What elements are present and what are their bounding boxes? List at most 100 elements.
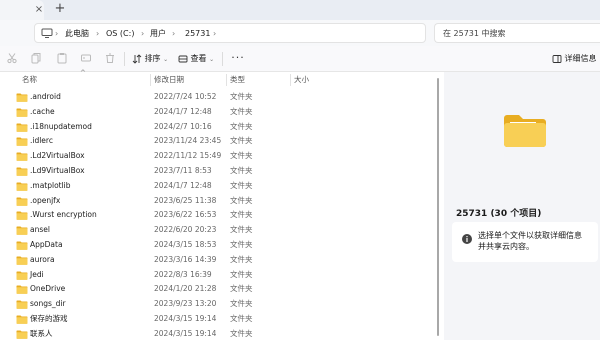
breadcrumb-separator: › [213, 29, 217, 38]
details-pane-button[interactable]: 详细信息 [552, 46, 597, 72]
tab-close-icon[interactable]: × [34, 4, 44, 16]
file-type: 文件夹 [230, 121, 253, 131]
file-row[interactable]: songs_dir 2023/9/23 13:20 文件夹 [0, 297, 436, 312]
chevron-down-icon: ⌄ [163, 56, 169, 63]
file-row[interactable]: ansel 2022/6/20 20:23 文件夹 [0, 223, 436, 238]
cut-icon[interactable] [6, 52, 20, 66]
folder-icon [16, 315, 28, 324]
file-row[interactable]: .i18nupdatemod 2024/2/7 10:16 文件夹 [0, 120, 436, 135]
column-header-size[interactable]: 大小 [294, 72, 309, 88]
file-modified: 2024/3/15 19:14 [154, 313, 217, 323]
folder-icon [16, 271, 28, 280]
file-type: 文件夹 [230, 165, 253, 175]
breadcrumb-separator: › [55, 29, 59, 38]
command-bar: 排序 ⌄ 查看 ⌄ ··· 详细信息 [0, 46, 600, 72]
folder-icon [16, 256, 28, 265]
file-name: .openjfx [30, 195, 61, 205]
file-modified: 2024/3/15 19:14 [154, 328, 217, 338]
file-type: 文件夹 [230, 299, 253, 309]
sort-icon [132, 53, 142, 64]
sort-button[interactable]: 排序 ⌄ [132, 46, 168, 72]
file-name: AppData [30, 239, 63, 249]
file-row[interactable]: .Wurst encryption 2023/6/22 16:53 文件夹 [0, 208, 436, 223]
more-options-icon[interactable]: ··· [230, 52, 246, 66]
file-name: .Wurst encryption [30, 210, 97, 220]
file-row[interactable]: AppData 2024/3/15 18:53 文件夹 [0, 238, 436, 253]
breadcrumb-separator: › [172, 29, 176, 38]
file-type: 文件夹 [230, 195, 253, 205]
folder-icon [16, 211, 28, 221]
current-tab[interactable]: × [0, 0, 44, 20]
file-row[interactable]: Jedi 2022/8/3 16:39 文件夹 [0, 268, 436, 283]
file-modified: 2024/3/15 18:53 [154, 239, 217, 249]
search-placeholder: 在 25731 中搜索 [443, 29, 506, 38]
file-row[interactable]: .android 2022/7/24 10:52 文件夹 [0, 90, 436, 105]
chevron-down-icon: ⌄ [209, 56, 215, 63]
folder-icon [16, 108, 28, 117]
folder-icon [16, 137, 28, 147]
breadcrumb-separator: › [141, 29, 145, 38]
column-header-type[interactable]: 类型 [230, 72, 245, 88]
breadcrumb-drive-c[interactable]: OS (C:) [106, 24, 134, 44]
breadcrumb-user-folder[interactable]: 25731 [185, 24, 210, 44]
address-bar[interactable]: › 此电脑 › OS (C:) › 用户 › 25731 › [34, 23, 426, 43]
file-row[interactable]: .Ld2VirtualBox 2022/11/12 15:49 文件夹 [0, 149, 436, 164]
file-type: 文件夹 [230, 328, 253, 338]
file-modified: 2022/8/3 16:39 [154, 269, 212, 279]
view-button[interactable]: 查看 ⌄ [178, 46, 214, 72]
column-divider[interactable] [290, 74, 291, 86]
file-row[interactable]: .cache 2024/1/7 12:48 文件夹 [0, 105, 436, 120]
computer-icon [41, 27, 55, 41]
command-divider [124, 52, 125, 66]
scrollbar[interactable] [436, 76, 440, 338]
file-type: 文件夹 [230, 225, 253, 235]
file-type: 文件夹 [230, 92, 253, 101]
scrollbar-thumb[interactable] [437, 78, 439, 336]
column-header-modified[interactable]: 修改日期 [154, 72, 184, 88]
file-row[interactable]: .idlerc 2023/11/24 23:45 文件夹 [0, 134, 436, 149]
copy-icon[interactable] [30, 52, 44, 66]
file-type: 文件夹 [230, 106, 253, 116]
file-modified: 2023/9/23 13:20 [154, 299, 217, 309]
command-divider [222, 52, 223, 66]
breadcrumb-users[interactable]: 用户 [150, 24, 166, 44]
new-tab-icon[interactable]: + [53, 2, 67, 16]
file-name: 保存的游戏 [30, 313, 68, 323]
folder-icon [16, 93, 28, 102]
file-row[interactable]: .openjfx 2023/6/25 11:38 文件夹 [0, 194, 436, 209]
file-name: aurora [30, 254, 55, 264]
rename-icon[interactable] [80, 52, 94, 66]
search-box[interactable]: 在 25731 中搜索 [434, 23, 600, 43]
file-row[interactable]: 保存的游戏 2024/3/15 19:14 文件夹 [0, 312, 436, 327]
paste-icon[interactable] [56, 52, 70, 66]
file-modified: 2024/2/7 10:16 [154, 121, 212, 131]
file-row[interactable]: OneDrive 2024/1/20 21:28 文件夹 [0, 282, 436, 297]
file-type: 文件夹 [230, 210, 253, 220]
folder-icon [16, 152, 28, 161]
file-row[interactable]: 联系人 2024/3/15 19:14 文件夹 [0, 327, 436, 340]
file-name: .cache [30, 106, 55, 116]
file-name: .matplotlib [30, 180, 71, 190]
file-type: 文件夹 [230, 313, 253, 323]
file-modified: 2022/11/12 15:49 [154, 151, 222, 161]
delete-icon[interactable] [104, 52, 118, 66]
file-rows: .android 2022/7/24 10:52 文件夹 .cache 2024/1/7… [0, 90, 436, 340]
folder-icon [16, 330, 28, 339]
folder-icon [16, 300, 28, 309]
file-type: 文件夹 [230, 151, 253, 161]
column-divider[interactable] [150, 74, 151, 86]
file-modified: 2023/6/22 16:53 [154, 210, 217, 220]
file-row[interactable]: aurora 2023/3/16 14:39 文件夹 [0, 253, 436, 268]
details-label: 详细信息 [564, 54, 597, 63]
file-modified: 2024/1/7 12:48 [154, 180, 212, 190]
column-divider[interactable] [226, 74, 227, 86]
breadcrumb-this-pc[interactable]: 此电脑 [65, 24, 89, 44]
file-type: 文件夹 [230, 269, 253, 279]
column-header-name[interactable]: 名称 [22, 72, 37, 88]
file-row[interactable]: .Ld9VirtualBox 2023/7/11 8:53 文件夹 [0, 164, 436, 179]
tab-strip: × + [0, 0, 600, 20]
file-row[interactable]: .matplotlib 2024/1/7 12:48 文件夹 [0, 179, 436, 194]
details-title: 25731 (30 个项目) [456, 209, 542, 219]
file-type: 文件夹 [230, 254, 253, 264]
file-name: ansel [30, 225, 50, 235]
